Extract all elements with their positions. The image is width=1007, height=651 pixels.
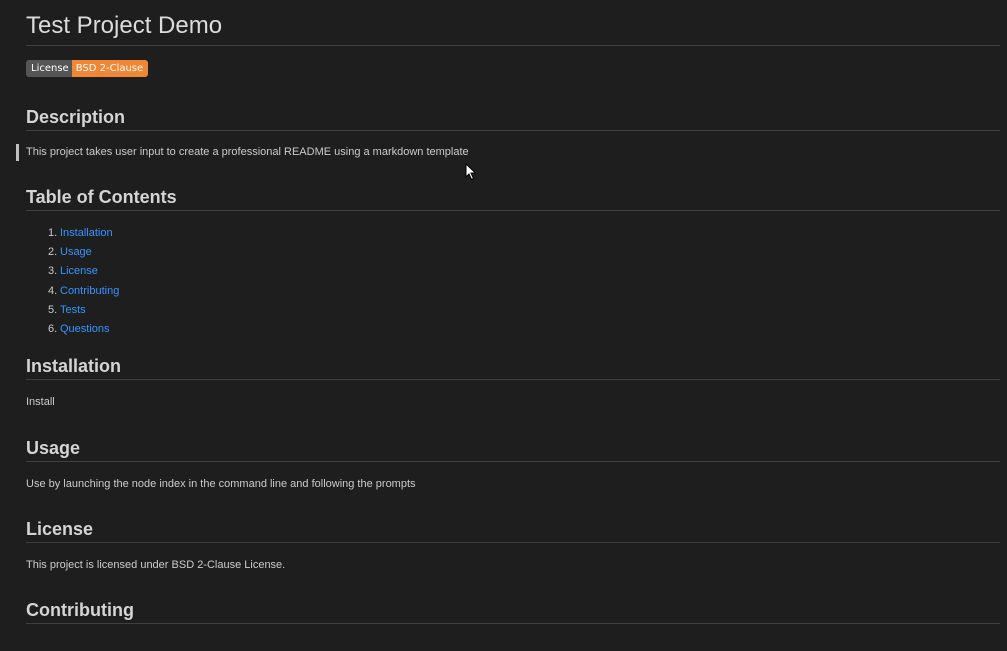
license-badge[interactable]: License BSD 2-Clause	[26, 60, 149, 77]
toc-number: 2.	[48, 246, 58, 259]
list-item: 3. License	[26, 262, 1000, 281]
heading-contributing: Contributing	[26, 598, 1000, 625]
toc-number: 3.	[48, 265, 58, 278]
heading-description: Description	[26, 105, 1000, 131]
description-blockquote: This project takes user input to create …	[16, 144, 1000, 161]
usage-text: Use by launching the node index in the c…	[26, 478, 416, 491]
license-badge-label: License	[26, 60, 72, 77]
blockquote-bar	[16, 144, 19, 161]
toc-number: 6.	[48, 322, 58, 335]
list-item: 2. Usage	[26, 243, 1000, 262]
heading-usage: Usage	[26, 436, 1000, 463]
list-item: 5. Tests	[26, 301, 1000, 320]
license-badge-value: BSD 2-Clause	[71, 60, 149, 77]
heading-license: License	[26, 517, 1000, 544]
toc-list: 1. Installation 2. Usage 3. License 4. Contr…	[26, 224, 1000, 339]
toc-number: 4.	[48, 284, 58, 297]
toc-link-license[interactable]: License	[60, 265, 98, 277]
heading-table-of-contents: Table of Contents	[26, 185, 1000, 211]
list-item: 6. Questions	[26, 320, 1000, 339]
list-item: 1. Installation	[26, 224, 1000, 243]
heading-installation: Installation	[26, 354, 1000, 381]
description-text: This project takes user input to create …	[26, 146, 469, 158]
installation-text: Install	[26, 396, 55, 409]
mouse-pointer-icon	[465, 163, 477, 181]
toc-number: 5.	[48, 303, 58, 316]
toc-link-tests[interactable]: Tests	[60, 304, 86, 316]
toc-number: 1.	[48, 227, 58, 239]
toc-link-usage[interactable]: Usage	[60, 246, 92, 258]
markdown-preview: Test Project Demo License BSD 2-Clause D…	[16, 0, 1000, 625]
page-title: Test Project Demo	[26, 0, 1000, 46]
toc-link-questions[interactable]: Questions	[60, 323, 110, 335]
license-text: This project is licensed under BSD 2-Cla…	[26, 559, 286, 572]
list-item: 4. Contributing	[26, 282, 1000, 301]
toc-link-installation[interactable]: Installation	[60, 227, 113, 239]
toc-link-contributing[interactable]: Contributing	[60, 285, 119, 297]
badge-row: License BSD 2-Clause	[26, 60, 1000, 77]
